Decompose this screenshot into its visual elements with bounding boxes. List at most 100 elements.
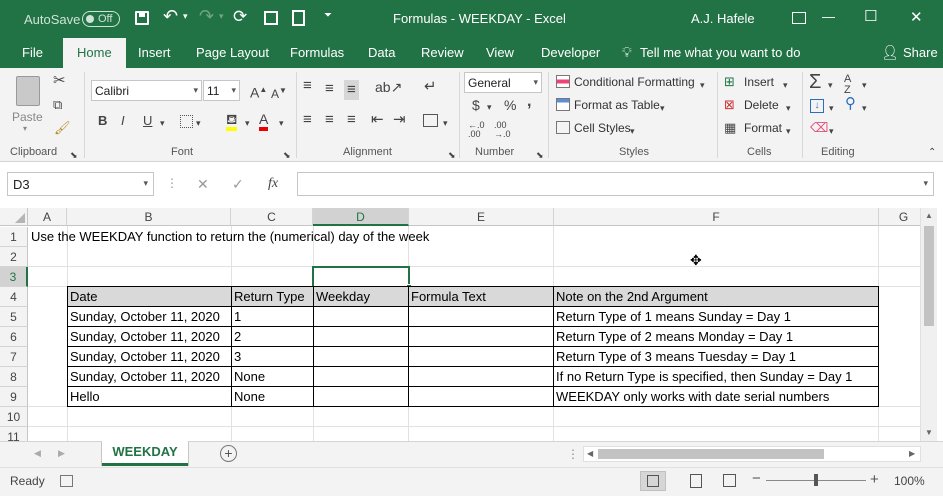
expand-formula-icon[interactable]: ▾: [923, 178, 928, 189]
cut-icon[interactable]: ✂: [53, 73, 66, 88]
row-header[interactable]: 1: [0, 227, 28, 247]
format-dropdown-icon[interactable]: ▾: [786, 124, 791, 138]
format-button[interactable]: Format: [744, 121, 782, 135]
conditional-dropdown-icon[interactable]: ▾: [700, 78, 705, 92]
customize-qat-icon[interactable]: ⏷: [324, 10, 332, 21]
cell-note[interactable]: Return Type of 3 means Tuesday = Day 1: [554, 347, 879, 367]
underline-dropdown-icon[interactable]: ▾: [160, 116, 165, 130]
cell-formula-text[interactable]: [409, 387, 554, 407]
cell-styles-button[interactable]: Cell Styles: [574, 121, 631, 135]
underline-button[interactable]: U: [143, 114, 152, 128]
user-name[interactable]: A.J. Hafele: [691, 11, 755, 26]
cell-date[interactable]: Hello: [68, 387, 232, 407]
select-all-corner[interactable]: [0, 208, 28, 226]
print-preview-icon[interactable]: [292, 10, 305, 26]
header-formula-text[interactable]: Formula Text: [409, 287, 554, 307]
maximize-icon[interactable]: ☐: [864, 7, 877, 25]
tab-home[interactable]: Home: [63, 38, 126, 68]
number-format-select[interactable]: General ▾: [464, 72, 542, 93]
tab-view[interactable]: View: [486, 38, 514, 68]
horizontal-scrollbar[interactable]: ◀ ▶: [583, 446, 921, 462]
align-center-icon[interactable]: ≡: [325, 112, 334, 127]
horizontal-scroll-thumb[interactable]: [598, 449, 824, 459]
decrease-font-icon[interactable]: A▼: [271, 84, 287, 101]
header-date[interactable]: Date: [68, 287, 232, 307]
vertical-scrollbar[interactable]: ▲ ▼: [920, 208, 937, 441]
collapse-ribbon-icon[interactable]: ⌃: [928, 146, 936, 160]
tab-developer[interactable]: Developer: [541, 38, 600, 68]
row-header[interactable]: 4: [0, 287, 28, 307]
cell-formula-text[interactable]: [409, 367, 554, 387]
delete-button[interactable]: Delete: [744, 98, 779, 112]
tab-file[interactable]: File: [22, 38, 43, 68]
currency-dropdown-icon[interactable]: ▾: [487, 100, 492, 114]
font-name-select[interactable]: Calibri ▾: [91, 80, 202, 101]
share-icon[interactable]: 👤︎: [881, 44, 899, 61]
alignment-launcher-icon[interactable]: ⬊: [448, 148, 456, 162]
font-color-icon[interactable]: A: [259, 112, 269, 131]
paste-button[interactable]: Paste ▾: [8, 72, 48, 133]
scroll-left-icon[interactable]: ◀: [587, 449, 593, 458]
row-header[interactable]: 11: [0, 427, 28, 441]
cell-date[interactable]: Sunday, October 11, 2020: [68, 347, 232, 367]
row-header[interactable]: 9: [0, 387, 28, 407]
increase-font-icon[interactable]: A▲: [250, 83, 267, 100]
sort-dropdown-icon[interactable]: ▾: [862, 78, 867, 92]
save-icon[interactable]: [135, 11, 149, 25]
cell-weekday[interactable]: [314, 327, 409, 347]
column-header[interactable]: B: [67, 208, 231, 226]
decrease-indent-icon[interactable]: ⇤: [371, 112, 384, 127]
zoom-level[interactable]: 100%: [894, 474, 925, 488]
zoom-slider[interactable]: [766, 474, 866, 486]
vertical-scroll-thumb[interactable]: [924, 226, 934, 326]
add-sheet-icon[interactable]: +: [220, 445, 237, 462]
clear-icon[interactable]: ⌫: [810, 121, 828, 135]
macro-record-icon[interactable]: [60, 475, 73, 487]
orientation-icon[interactable]: ab↗: [375, 80, 402, 94]
increase-indent-icon[interactable]: ⇥: [393, 112, 406, 127]
cancel-icon[interactable]: ✕: [197, 177, 209, 191]
zoom-slider-thumb[interactable]: [814, 474, 818, 486]
cell-weekday[interactable]: [314, 307, 409, 327]
cell-return-type[interactable]: 2: [232, 327, 314, 347]
column-header[interactable]: F: [554, 208, 879, 226]
fill-dropdown-icon[interactable]: ▾: [829, 101, 834, 115]
undo-icon[interactable]: ↶: [163, 6, 178, 27]
row-header[interactable]: 3: [0, 267, 28, 287]
redo-icon[interactable]: ↷: [199, 6, 214, 27]
wrap-text-icon[interactable]: ↵: [424, 79, 437, 94]
redo-dropdown-icon[interactable]: ▾: [219, 11, 224, 22]
scroll-up-icon[interactable]: ▲: [925, 211, 933, 220]
cell-return-type[interactable]: 1: [232, 307, 314, 327]
autosave-toggle[interactable]: Off: [82, 11, 120, 27]
conditional-formatting-button[interactable]: Conditional Formatting: [574, 75, 695, 89]
selected-cell-d3[interactable]: [312, 266, 410, 288]
cell-return-type[interactable]: None: [232, 367, 314, 387]
header-weekday[interactable]: Weekday: [314, 287, 409, 307]
row-header[interactable]: 7: [0, 347, 28, 367]
close-icon[interactable]: ✕: [910, 8, 923, 26]
align-right-icon[interactable]: ≡: [347, 112, 356, 127]
layout-icon[interactable]: [264, 11, 278, 25]
fill-color-icon[interactable]: ⛾: [226, 112, 238, 131]
header-return-type[interactable]: Return Type: [232, 287, 314, 307]
row-header[interactable]: 2: [0, 247, 28, 267]
italic-button[interactable]: I: [121, 114, 125, 128]
split-handle-icon[interactable]: ⋮: [567, 447, 579, 461]
autosum-dropdown-icon[interactable]: ▾: [828, 78, 833, 92]
merge-center-icon[interactable]: [423, 114, 438, 127]
refresh-icon[interactable]: ⟳: [233, 7, 247, 27]
cell-note[interactable]: Return Type of 1 means Sunday = Day 1: [554, 307, 879, 327]
share-button[interactable]: Share: [903, 38, 938, 68]
insert-function-icon[interactable]: fx: [268, 177, 278, 191]
clear-dropdown-icon[interactable]: ▾: [829, 124, 834, 138]
format-painter-icon[interactable]: 🖌︎: [54, 121, 71, 135]
minimize-icon[interactable]: —: [822, 9, 835, 24]
formula-input[interactable]: ▾: [297, 172, 934, 196]
cell-return-type[interactable]: None: [232, 387, 314, 407]
cell-note[interactable]: WEEKDAY only works with date serial numb…: [554, 387, 879, 407]
cell-date[interactable]: Sunday, October 11, 2020: [68, 307, 232, 327]
sheet-tab-weekday[interactable]: WEEKDAY: [102, 441, 188, 466]
cell-formula-text[interactable]: [409, 307, 554, 327]
clipboard-launcher-icon[interactable]: ⬊: [70, 148, 78, 162]
